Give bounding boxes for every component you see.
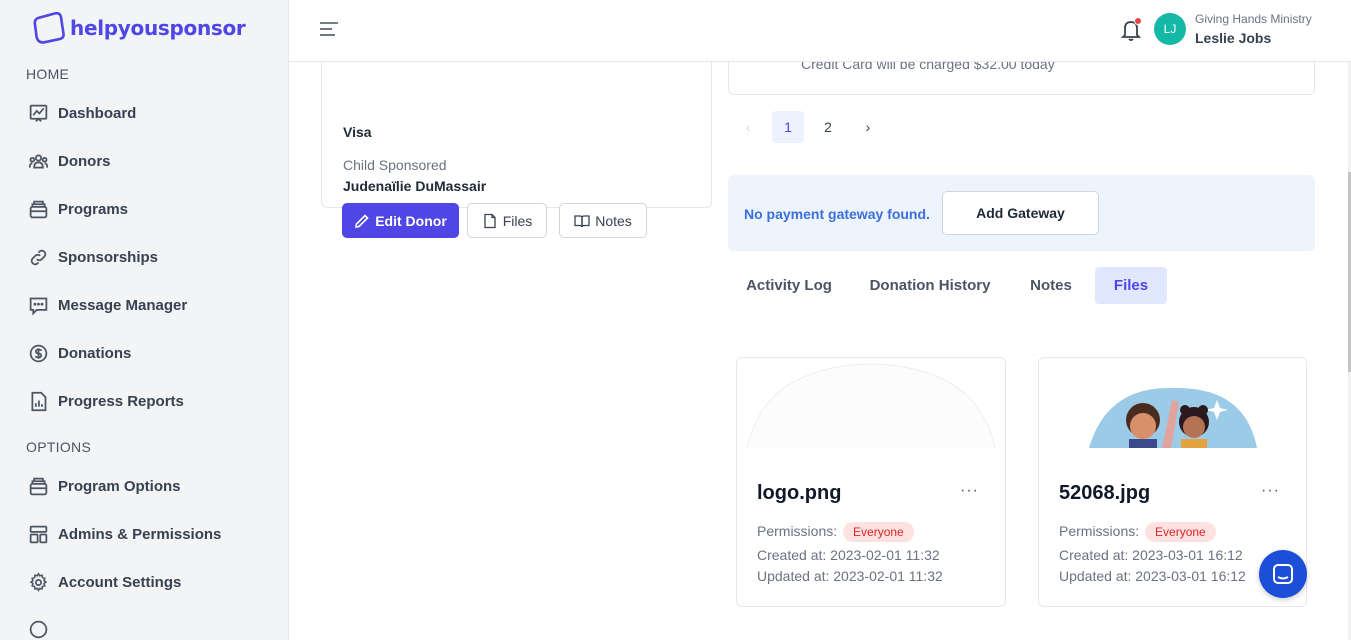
sidebar-item-label: Dashboard	[58, 104, 137, 122]
chart-icon	[26, 101, 50, 125]
section-options: OPTIONS	[26, 439, 92, 455]
topbar: LJ Giving Hands Ministry Leslie Jobs	[289, 0, 1351, 62]
tab-notes[interactable]: Notes	[1018, 267, 1084, 304]
file-thumbnail	[745, 360, 997, 448]
layout-icon	[26, 522, 50, 546]
file-name: logo.png	[757, 482, 842, 504]
status-badge: Everyone	[1145, 522, 1216, 542]
file-menu-icon[interactable]: ···	[1261, 482, 1280, 500]
sidebar-item-label: Message Manager	[58, 296, 188, 314]
pagination-next[interactable]: ›	[852, 111, 884, 143]
section-home: HOME	[26, 66, 70, 82]
donor-card: Visa Child Sponsored Judenaïlie DuMassai…	[321, 62, 712, 238]
logo-icon	[33, 12, 65, 44]
permissions-label: Permissions:	[757, 523, 838, 539]
sidebar-item-more[interactable]	[26, 617, 266, 640]
gateway-message: No payment gateway found.	[744, 206, 930, 222]
file-created-at: Created at: 2023-03-01 16:12	[1059, 547, 1243, 563]
file-created-at: Created at: 2023-02-01 11:32	[757, 547, 940, 563]
sidebar-item-account-settings[interactable]: Account Settings	[26, 570, 266, 594]
sidebar-item-label: Sponsorships	[58, 248, 159, 266]
sidebar-item-dashboard[interactable]: Dashboard	[26, 101, 266, 125]
tab-activity-log[interactable]: Activity Log	[732, 267, 846, 304]
sidebar-item-message-manager[interactable]: Message Manager	[26, 293, 266, 317]
charge-summary-card: Credit Card will be charged $32.00 today	[728, 62, 1315, 95]
edit-donor-label: Edit Donor	[375, 212, 447, 229]
child-sponsored-name: Judenaïlie DuMassair	[343, 178, 487, 194]
file-updated-at: Updated at: 2023-02-01 11:32	[757, 568, 943, 584]
status-badge: Everyone	[843, 522, 914, 542]
notes-label: Notes	[595, 212, 632, 229]
organization-name: Giving Hands Ministry	[1195, 12, 1312, 26]
stack-icon	[26, 197, 50, 221]
files-button[interactable]: Files	[467, 203, 547, 238]
pagination-prev[interactable]: ‹	[732, 111, 764, 143]
files-label: Files	[502, 212, 533, 229]
pagination-page-2[interactable]: 2	[812, 111, 844, 143]
file-card[interactable]: logo.png ··· Permissions: Everyone Creat…	[736, 357, 1006, 607]
link-icon	[26, 245, 50, 269]
sidebar-item-label: Donations	[58, 344, 132, 362]
menu-toggle-icon[interactable]	[319, 20, 339, 38]
stack-icon	[26, 474, 50, 498]
permissions-label: Permissions:	[1059, 523, 1140, 539]
users-icon	[26, 149, 50, 173]
file-permissions: Permissions: Everyone	[757, 522, 914, 542]
brand-name: helpyousponsor	[70, 16, 246, 40]
sidebar-item-progress-reports[interactable]: Progress Reports	[26, 389, 266, 413]
user-name[interactable]: Leslie Jobs	[1195, 30, 1271, 46]
sidebar-item-admins-permissions[interactable]: Admins & Permissions	[26, 522, 266, 546]
sidebar-item-label: Program Options	[58, 477, 181, 495]
sidebar-item-label: Programs	[58, 200, 129, 218]
notification-dot	[1134, 17, 1142, 25]
sidebar: helpyousponsor HOME Dashboard Donors Pro…	[0, 0, 289, 640]
card-type: Visa	[343, 124, 372, 140]
file-name: 52068.jpg	[1059, 482, 1151, 504]
file-updated-at: Updated at: 2023-03-01 16:12	[1059, 568, 1246, 584]
sidebar-item-label: Donors	[58, 152, 111, 170]
brand-logo[interactable]: helpyousponsor	[32, 12, 246, 44]
file-permissions: Permissions: Everyone	[1059, 522, 1216, 542]
sidebar-item-donors[interactable]: Donors	[26, 149, 266, 173]
sidebar-item-programs[interactable]: Programs	[26, 197, 266, 221]
payment-gateway-alert: No payment gateway found. Add Gateway	[728, 175, 1315, 251]
sidebar-item-donations[interactable]: Donations	[26, 341, 266, 365]
sidebar-item-label: Progress Reports	[58, 392, 184, 410]
notes-button[interactable]: Notes	[559, 203, 647, 238]
notification-bell-icon[interactable]	[1119, 17, 1143, 43]
sidebar-item-program-options[interactable]: Program Options	[26, 474, 266, 498]
report-icon	[26, 389, 50, 413]
file-thumbnail	[1047, 360, 1299, 448]
pagination-page-1[interactable]: 1	[772, 111, 804, 143]
gear-icon	[26, 570, 50, 594]
book-icon	[574, 214, 590, 227]
add-gateway-button[interactable]: Add Gateway	[942, 191, 1099, 235]
pencil-icon	[355, 213, 369, 228]
chat-icon	[1273, 564, 1293, 584]
edit-donor-button[interactable]: Edit Donor	[342, 203, 459, 238]
tab-donation-history[interactable]: Donation History	[862, 267, 998, 304]
dollar-icon	[26, 341, 50, 365]
sidebar-item-label: Account Settings	[58, 573, 182, 591]
chat-launcher-button[interactable]	[1259, 550, 1307, 598]
file-menu-icon[interactable]: ···	[960, 482, 979, 500]
sidebar-item-sponsorships[interactable]: Sponsorships	[26, 245, 266, 269]
circle-icon	[26, 617, 50, 640]
child-sponsored-label: Child Sponsored	[343, 157, 447, 173]
file-icon	[484, 213, 496, 228]
avatar[interactable]: LJ	[1154, 13, 1186, 45]
main-content: Visa Child Sponsored Judenaïlie DuMassai…	[289, 62, 1351, 640]
tab-files[interactable]: Files	[1095, 267, 1167, 304]
sidebar-item-label: Admins & Permissions	[58, 525, 222, 543]
message-icon	[26, 293, 50, 317]
charge-summary-text: Credit Card will be charged $32.00 today	[801, 62, 1055, 72]
